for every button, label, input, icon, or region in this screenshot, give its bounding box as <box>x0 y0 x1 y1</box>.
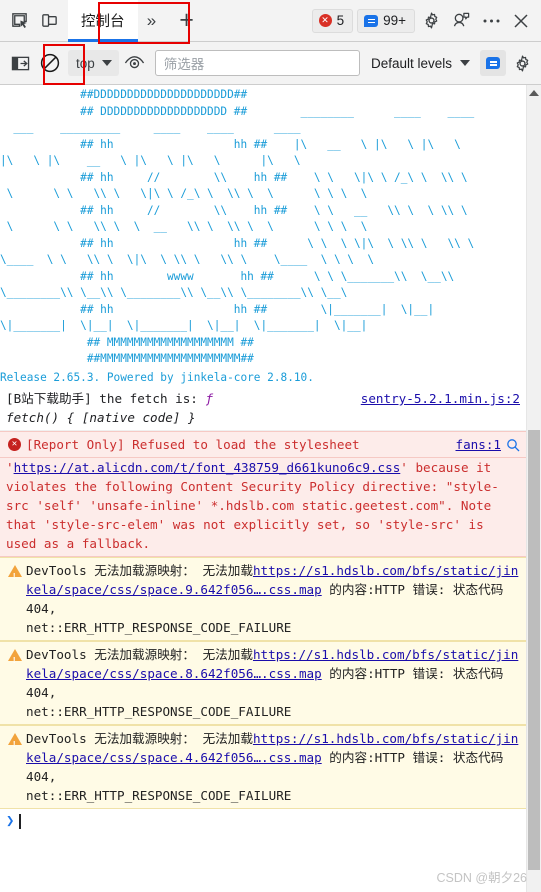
log-levels-selector[interactable]: Default levels <box>368 56 473 71</box>
text-cursor <box>19 813 21 829</box>
device-toolbar-icon[interactable] <box>34 6 64 36</box>
gear-icon[interactable] <box>417 7 445 35</box>
message-bubble-icon <box>486 57 500 69</box>
message-count-label: 99+ <box>383 13 406 28</box>
ascii-art-banner: ##DDDDDDDDDDDDDDDDDDDDD## ## DDDDDDDDDDD… <box>0 88 475 365</box>
log-message-text: [B站下载助手] the fetch is: ƒ fetch() { [nativ… <box>6 389 353 427</box>
feedback-icon[interactable] <box>447 7 475 35</box>
filter-placeholder: 筛选器 <box>163 57 205 72</box>
log-body: fetch() { [native code] } <box>6 410 196 425</box>
kebab-menu-icon[interactable] <box>477 7 505 35</box>
error-detail-text: 'https://at.alicdn.com/t/font_438759_d66… <box>6 458 520 553</box>
inspect-element-icon[interactable] <box>4 6 34 36</box>
warning-head: DevTools 无法加载源映射： 无法加载 <box>26 731 253 746</box>
show-console-sidebar-icon[interactable] <box>6 49 34 77</box>
error-circle-icon: ✕ <box>318 14 332 27</box>
error-count-badge[interactable]: ✕ 5 <box>311 8 354 33</box>
tab-console[interactable]: 控制台 <box>68 0 138 42</box>
tab-console-label: 控制台 <box>81 14 125 30</box>
release-line: Release 2.65.3. Powered by jinkela-core … <box>0 370 314 384</box>
console-prompt[interactable]: ❯ <box>0 809 526 833</box>
warning-text: DevTools 无法加载源映射： 无法加载https://s1.hdslb.c… <box>26 729 520 805</box>
warning-head: DevTools 无法加载源映射： 无法加载 <box>26 647 253 662</box>
execution-context-selector[interactable]: top <box>68 50 119 76</box>
source-link[interactable]: sentry-5.2.1.min.js:2 <box>361 389 520 408</box>
warning-triangle-icon <box>6 729 23 754</box>
message-filter-toggle[interactable] <box>480 50 506 76</box>
error-source-link[interactable]: fans:1 <box>456 435 502 454</box>
clear-console-icon[interactable] <box>36 49 64 77</box>
more-tabs-icon[interactable]: » <box>138 0 166 42</box>
console-warning-row[interactable]: DevTools 无法加载源映射： 无法加载https://s1.hdslb.c… <box>0 557 526 641</box>
console-warning-row[interactable]: DevTools 无法加载源映射： 无法加载https://s1.hdslb.c… <box>0 725 526 809</box>
prompt-arrow-icon: ❯ <box>6 813 15 829</box>
devtools-tab-bar: 控制台 » + ✕ 5 99+ <box>0 0 541 42</box>
warning-triangle-icon <box>6 561 23 586</box>
error-circle-icon: ✕ <box>6 435 23 454</box>
error-count-label: 5 <box>336 13 345 28</box>
execution-context-label: top <box>76 55 95 71</box>
filter-input[interactable]: 筛选器 <box>154 50 360 76</box>
console-error-row[interactable]: ✕ [Report Only] Refused to load the styl… <box>0 431 526 458</box>
warning-text: DevTools 无法加载源映射： 无法加载https://s1.hdslb.c… <box>26 561 520 637</box>
console-toolbar: top 筛选器 Default levels <box>0 42 541 85</box>
devtools-window: 控制台 » + ✕ 5 99+ top 筛选器 Default levels #… <box>0 0 541 892</box>
live-expression-icon[interactable] <box>121 49 149 77</box>
error-stylesheet-link[interactable]: https://at.alicdn.com/t/font_438759_d661… <box>14 460 401 475</box>
scrollbar-thumb[interactable] <box>528 430 540 870</box>
close-icon[interactable] <box>507 7 535 35</box>
message-count-badge[interactable]: 99+ <box>357 8 415 33</box>
console-message-area[interactable]: ##DDDDDDDDDDDDDDDDDDDDD## ## DDDDDDDDDDD… <box>0 85 541 892</box>
warning-tail: net::ERR_HTTP_RESPONSE_CODE_FAILURE <box>26 788 292 803</box>
tab-list: 控制台 » <box>68 0 166 42</box>
vertical-scrollbar[interactable] <box>526 85 541 892</box>
console-scroll-content: ##DDDDDDDDDDDDDDDDDDDDD## ## DDDDDDDDDDD… <box>0 85 526 892</box>
warning-text: DevTools 无法加载源映射： 无法加载https://s1.hdslb.c… <box>26 645 520 721</box>
scroll-up-arrow-icon[interactable] <box>527 85 541 100</box>
function-glyph: ƒ <box>205 391 214 406</box>
warning-head: DevTools 无法加载源映射： 无法加载 <box>26 563 253 578</box>
console-log-row[interactable]: [B站下载助手] the fetch is: ƒ fetch() { [nativ… <box>0 386 526 431</box>
console-error-detail-row: 'https://at.alicdn.com/t/font_438759_d66… <box>0 458 526 557</box>
error-message-text: [Report Only] Refused to load the styles… <box>26 435 448 454</box>
console-settings-icon[interactable] <box>508 49 536 77</box>
log-prefix: [B站下载助手] the fetch is: <box>6 391 206 406</box>
add-tab-button[interactable]: + <box>170 4 204 38</box>
chevron-down-icon <box>460 60 470 66</box>
error-quote-open: ' <box>6 460 14 475</box>
warning-tail: net::ERR_HTTP_RESPONSE_CODE_FAILURE <box>26 704 292 719</box>
message-bubble-icon <box>364 14 379 27</box>
console-warning-row[interactable]: DevTools 无法加载源映射： 无法加载https://s1.hdslb.c… <box>0 641 526 725</box>
log-levels-label: Default levels <box>370 55 452 71</box>
search-icon[interactable] <box>506 438 520 452</box>
warning-tail: net::ERR_HTTP_RESPONSE_CODE_FAILURE <box>26 620 292 635</box>
chevron-down-icon <box>101 60 112 66</box>
warning-triangle-icon <box>6 645 23 670</box>
error-head: [Report Only] Refused to load the styles… <box>26 437 360 452</box>
